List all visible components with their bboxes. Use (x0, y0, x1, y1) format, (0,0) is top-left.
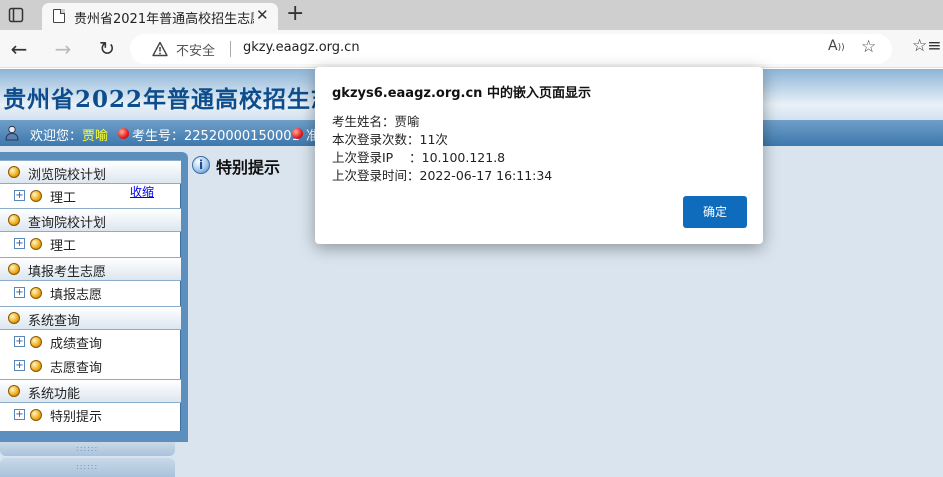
menu-item-label: 理工 (50, 239, 77, 254)
address-separator (230, 41, 231, 57)
menu-item-label: 填报志愿 (50, 288, 103, 303)
welcome-prefix: 欢迎您： (30, 129, 83, 144)
ok-button[interactable]: 确定 (683, 196, 747, 228)
menu-item-label: 成绩查询 (50, 337, 103, 352)
back-arrow-icon[interactable]: ← (6, 36, 32, 62)
page-icon (53, 9, 65, 23)
menu-ball-icon (8, 312, 20, 324)
menu-ball-icon (30, 190, 42, 202)
welcome-text: 欢迎您：贾喻 (30, 125, 108, 144)
menu-group-browse-plan[interactable]: 浏览院校计划 (0, 160, 181, 184)
alert-dialog: gkzys6.eaagz.org.cn 中的嵌入页面显示 考生姓名：贾喻 本次登… (315, 67, 763, 244)
dialog-line-login-count: 本次登录次数：11次 (332, 132, 448, 147)
dialog-title: gkzys6.eaagz.org.cn 中的嵌入页面显示 (332, 86, 591, 101)
forward-arrow-icon[interactable]: → (50, 36, 76, 62)
exam-number: 考生号：22520000150001 (132, 129, 300, 144)
collapse-link[interactable]: 收缩 (130, 183, 154, 200)
menu-item-label: 志愿查询 (50, 361, 103, 376)
menu-item-volunteer-query[interactable]: + 志愿查询 (0, 354, 181, 378)
status-dot-icon (118, 128, 129, 139)
menu-group-label: 系统查询 (28, 314, 81, 329)
menu-splitter[interactable]: :::::: (0, 442, 175, 456)
menu-group-label: 查询院校计划 (28, 216, 107, 231)
menu-item-fill-volunteer[interactable]: + 填报志愿 (0, 281, 181, 305)
menu-ball-icon (8, 214, 20, 226)
status-dot-icon (292, 128, 303, 139)
menu-group-label: 填报考生志愿 (28, 265, 107, 280)
expand-icon[interactable]: + (14, 336, 25, 347)
menu-ball-icon (8, 166, 20, 178)
menu-item-label: 理工 (50, 191, 77, 206)
favorites-icon[interactable]: ☆≡ (912, 36, 941, 56)
tab-actions-icon[interactable] (0, 0, 32, 30)
insecure-label[interactable]: 不安全 (176, 40, 215, 59)
left-menu: 浏览院校计划 + 理工 查询院校计划 + 理工 填报考生志愿 + 填报志愿 系统… (0, 152, 188, 442)
user-name: 贾喻 (82, 129, 109, 144)
menu-ball-icon (30, 409, 42, 421)
menu-ball-icon (30, 336, 42, 348)
site-title: 贵州省2022年普通高校招生志 (3, 86, 336, 113)
dialog-line-last-ip: 上次登录IP ：10.100.121.8 (332, 150, 506, 165)
dialog-line-last-time: 上次登录时间：2022-06-17 16:11:34 (332, 168, 553, 183)
add-favorite-icon[interactable]: ☆ (861, 37, 876, 57)
menu-ball-icon (8, 385, 20, 397)
menu-group-system-function[interactable]: 系统功能 (0, 379, 181, 403)
expand-icon[interactable]: + (14, 238, 25, 249)
menu-ball-icon (30, 238, 42, 250)
content-title: 特别提示 (216, 158, 281, 177)
tab-strip: 贵州省2021年普通高校招生志愿 ✕ + (0, 0, 943, 30)
menu-group-label: 系统功能 (28, 387, 81, 402)
address-bar[interactable]: 不安全 gkzy.eaagz.org.cn A)) ☆ (130, 34, 892, 64)
menu-ball-icon (30, 360, 42, 372)
tab-close-button[interactable]: ✕ (256, 6, 269, 24)
menu-group-system-query[interactable]: 系统查询 (0, 306, 181, 330)
menu-group-label: 浏览院校计划 (28, 168, 107, 183)
read-aloud-glyph: A (828, 38, 838, 54)
menu-item-special-notice[interactable]: + 特别提示 (0, 403, 181, 427)
menu-item-query-science[interactable]: + 理工 (0, 232, 181, 256)
menu-ball-icon (30, 287, 42, 299)
expand-icon[interactable]: + (14, 409, 25, 420)
new-tab-button[interactable]: + (286, 2, 304, 26)
grip-icon: :::::: (76, 462, 99, 471)
menu-group-fill-volunteer[interactable]: 填报考生志愿 (0, 257, 181, 281)
menu-ball-icon (8, 263, 20, 275)
menu-panel: 浏览院校计划 + 理工 查询院校计划 + 理工 填报考生志愿 + 填报志愿 系统… (0, 160, 181, 431)
url-text[interactable]: gkzy.eaagz.org.cn (243, 40, 360, 55)
expand-icon[interactable]: + (14, 190, 25, 201)
dialog-line-name: 考生姓名：贾喻 (332, 114, 420, 129)
user-icon (5, 125, 19, 141)
browser-tab[interactable]: 贵州省2021年普通高校招生志愿 ✕ (42, 3, 278, 30)
menu-item-score-query[interactable]: + 成绩查询 (0, 330, 181, 354)
grip-icon: :::::: (76, 444, 99, 453)
reload-icon[interactable]: ↻ (94, 36, 120, 62)
menu-group-query-plan[interactable]: 查询院校计划 (0, 208, 181, 232)
expand-icon[interactable]: + (14, 360, 25, 371)
expand-icon[interactable]: + (14, 287, 25, 298)
menu-item-label: 特别提示 (50, 410, 103, 425)
read-aloud-icon[interactable]: A)) (828, 38, 845, 54)
warning-icon[interactable] (152, 41, 168, 57)
info-icon: i (192, 156, 210, 174)
menu-splitter-lower[interactable]: :::::: (0, 458, 175, 477)
browser-toolbar: ← → ↻ 不安全 gkzy.eaagz.org.cn A)) ☆ ☆≡ (0, 30, 943, 68)
tab-title: 贵州省2021年普通高校招生志愿 (74, 12, 254, 27)
